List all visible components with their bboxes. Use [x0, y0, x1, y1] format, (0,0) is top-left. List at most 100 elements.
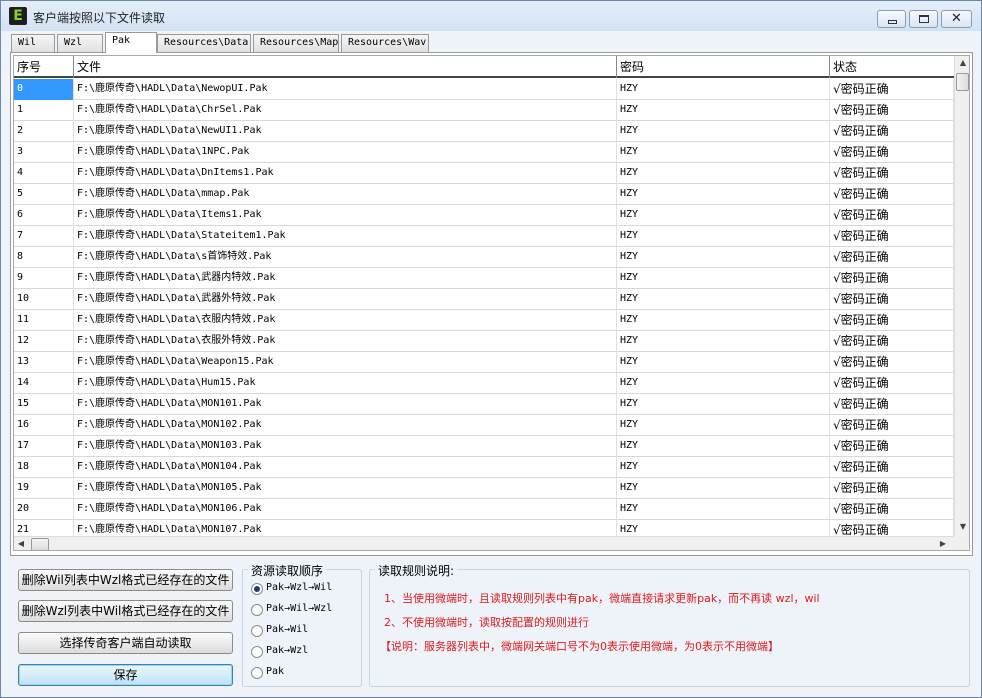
cell-status[interactable]: √密码正确 [830, 373, 954, 394]
table-row[interactable]: 14 F:\鹿原传奇\HADL\Data\Hum15.Pak HZY √密码正确 [14, 373, 954, 394]
radio-button[interactable] [251, 625, 263, 637]
cell-password[interactable]: HZY [617, 352, 830, 373]
cell-file[interactable]: F:\鹿原传奇\HADL\Data\衣服外特效.Pak [74, 331, 617, 352]
cell-status[interactable]: √密码正确 [830, 520, 954, 537]
cell-file[interactable]: F:\鹿原传奇\HADL\Data\MON107.Pak [74, 520, 617, 537]
tab-wzl[interactable]: Wzl [57, 34, 103, 52]
table-row[interactable]: 1 F:\鹿原传奇\HADL\Data\ChrSel.Pak HZY √密码正确 [14, 100, 954, 121]
cell-index[interactable]: 8 [14, 247, 74, 268]
cell-status[interactable]: √密码正确 [830, 415, 954, 436]
cell-file[interactable]: F:\鹿原传奇\HADL\Data\MON103.Pak [74, 436, 617, 457]
cell-index[interactable]: 15 [14, 394, 74, 415]
cell-index[interactable]: 20 [14, 499, 74, 520]
cell-file[interactable]: F:\鹿原传奇\HADL\Data\Weapon15.Pak [74, 352, 617, 373]
cell-status[interactable]: √密码正确 [830, 226, 954, 247]
cell-status[interactable]: √密码正确 [830, 394, 954, 415]
cell-index[interactable]: 9 [14, 268, 74, 289]
scroll-down-icon[interactable]: ▼ [955, 522, 969, 531]
cell-status[interactable]: √密码正确 [830, 268, 954, 289]
cell-file[interactable]: F:\鹿原传奇\HADL\Data\DnItems1.Pak [74, 163, 617, 184]
delete-wil-duplicates-button[interactable]: 删除Wil列表中Wzl格式已经存在的文件 [18, 569, 233, 591]
table-row[interactable]: 15 F:\鹿原传奇\HADL\Data\MON101.Pak HZY √密码正确 [14, 394, 954, 415]
cell-index[interactable]: 14 [14, 373, 74, 394]
cell-index[interactable]: 12 [14, 331, 74, 352]
cell-index[interactable]: 21 [14, 520, 74, 537]
cell-index[interactable]: 4 [14, 163, 74, 184]
cell-index[interactable]: 2 [14, 121, 74, 142]
cell-status[interactable]: √密码正确 [830, 100, 954, 121]
cell-file[interactable]: F:\鹿原传奇\HADL\Data\衣服内特效.Pak [74, 310, 617, 331]
cell-status[interactable]: √密码正确 [830, 142, 954, 163]
cell-password[interactable]: HZY [617, 478, 830, 499]
table-row[interactable]: 21 F:\鹿原传奇\HADL\Data\MON107.Pak HZY √密码正确 [14, 520, 954, 537]
table-row[interactable]: 2 F:\鹿原传奇\HADL\Data\NewUI1.Pak HZY √密码正确 [14, 121, 954, 142]
vertical-scroll-thumb[interactable] [956, 73, 969, 91]
tab-resources-map[interactable]: Resources\Map [253, 34, 339, 52]
radio-button[interactable] [251, 667, 263, 679]
cell-status[interactable]: √密码正确 [830, 352, 954, 373]
radio-button[interactable] [251, 646, 263, 658]
table-row[interactable]: 0 F:\鹿原传奇\HADL\Data\NewopUI.Pak HZY √密码正确 [14, 79, 954, 100]
cell-file[interactable]: F:\鹿原传奇\HADL\Data\武器外特效.Pak [74, 289, 617, 310]
radio-button-checked[interactable] [251, 583, 263, 595]
cell-password[interactable]: HZY [617, 457, 830, 478]
column-header-index[interactable]: 序号 [14, 56, 74, 78]
maximize-button[interactable] [909, 10, 938, 28]
table-row[interactable]: 17 F:\鹿原传奇\HADL\Data\MON103.Pak HZY √密码正确 [14, 436, 954, 457]
cell-index[interactable]: 3 [14, 142, 74, 163]
cell-file[interactable]: F:\鹿原传奇\HADL\Data\MON106.Pak [74, 499, 617, 520]
cell-status[interactable]: √密码正确 [830, 121, 954, 142]
cell-password[interactable]: HZY [617, 226, 830, 247]
cell-password[interactable]: HZY [617, 121, 830, 142]
cell-file[interactable]: F:\鹿原传奇\HADL\Data\Items1.Pak [74, 205, 617, 226]
cell-password[interactable]: HZY [617, 163, 830, 184]
table-row[interactable]: 16 F:\鹿原传奇\HADL\Data\MON102.Pak HZY √密码正确 [14, 415, 954, 436]
cell-file[interactable]: F:\鹿原传奇\HADL\Data\武器内特效.Pak [74, 268, 617, 289]
cell-index[interactable]: 13 [14, 352, 74, 373]
minimize-button[interactable] [877, 10, 906, 28]
cell-password[interactable]: HZY [617, 79, 830, 100]
column-header-password[interactable]: 密码 [617, 56, 830, 78]
cell-password[interactable]: HZY [617, 289, 830, 310]
table-row[interactable]: 10 F:\鹿原传奇\HADL\Data\武器外特效.Pak HZY √密码正确 [14, 289, 954, 310]
cell-status[interactable]: √密码正确 [830, 163, 954, 184]
cell-password[interactable]: HZY [617, 394, 830, 415]
cell-index[interactable]: 5 [14, 184, 74, 205]
cell-index[interactable]: 1 [14, 100, 74, 121]
cell-status[interactable]: √密码正确 [830, 79, 954, 100]
cell-status[interactable]: √密码正确 [830, 205, 954, 226]
cell-password[interactable]: HZY [617, 373, 830, 394]
vertical-scrollbar[interactable]: ▲ ▼ [954, 56, 969, 536]
cell-status[interactable]: √密码正确 [830, 247, 954, 268]
cell-file[interactable]: F:\鹿原传奇\HADL\Data\MON102.Pak [74, 415, 617, 436]
delete-wzl-duplicates-button[interactable]: 删除Wzl列表中Wil格式已经存在的文件 [18, 600, 233, 622]
title-bar[interactable]: E 客户端按照以下文件读取 ✕ [1, 1, 981, 31]
cell-file[interactable]: F:\鹿原传奇\HADL\Data\Stateitem1.Pak [74, 226, 617, 247]
cell-index[interactable]: 0 [14, 79, 74, 100]
close-button[interactable]: ✕ [941, 10, 972, 28]
cell-password[interactable]: HZY [617, 247, 830, 268]
cell-status[interactable]: √密码正确 [830, 457, 954, 478]
cell-status[interactable]: √密码正确 [830, 310, 954, 331]
cell-file[interactable]: F:\鹿原传奇\HADL\Data\1NPC.Pak [74, 142, 617, 163]
cell-file[interactable]: F:\鹿原传奇\HADL\Data\ChrSel.Pak [74, 100, 617, 121]
cell-index[interactable]: 7 [14, 226, 74, 247]
table-row[interactable]: 4 F:\鹿原传奇\HADL\Data\DnItems1.Pak HZY √密码正确 [14, 163, 954, 184]
scroll-right-icon[interactable]: ▶ [938, 539, 948, 548]
tab-resources-data[interactable]: Resources\Data [157, 34, 251, 52]
cell-index[interactable]: 17 [14, 436, 74, 457]
cell-file[interactable]: F:\鹿原传奇\HADL\Data\s首饰特效.Pak [74, 247, 617, 268]
save-button[interactable]: 保存 [18, 664, 233, 686]
cell-index[interactable]: 16 [14, 415, 74, 436]
cell-password[interactable]: HZY [617, 415, 830, 436]
cell-password[interactable]: HZY [617, 142, 830, 163]
cell-password[interactable]: HZY [617, 520, 830, 537]
cell-password[interactable]: HZY [617, 184, 830, 205]
cell-status[interactable]: √密码正确 [830, 478, 954, 499]
cell-status[interactable]: √密码正确 [830, 289, 954, 310]
column-header-status[interactable]: 状态 [830, 56, 954, 78]
column-header-file[interactable]: 文件 [74, 56, 617, 78]
cell-index[interactable]: 18 [14, 457, 74, 478]
cell-file[interactable]: F:\鹿原传奇\HADL\Data\MON104.Pak [74, 457, 617, 478]
cell-password[interactable]: HZY [617, 499, 830, 520]
